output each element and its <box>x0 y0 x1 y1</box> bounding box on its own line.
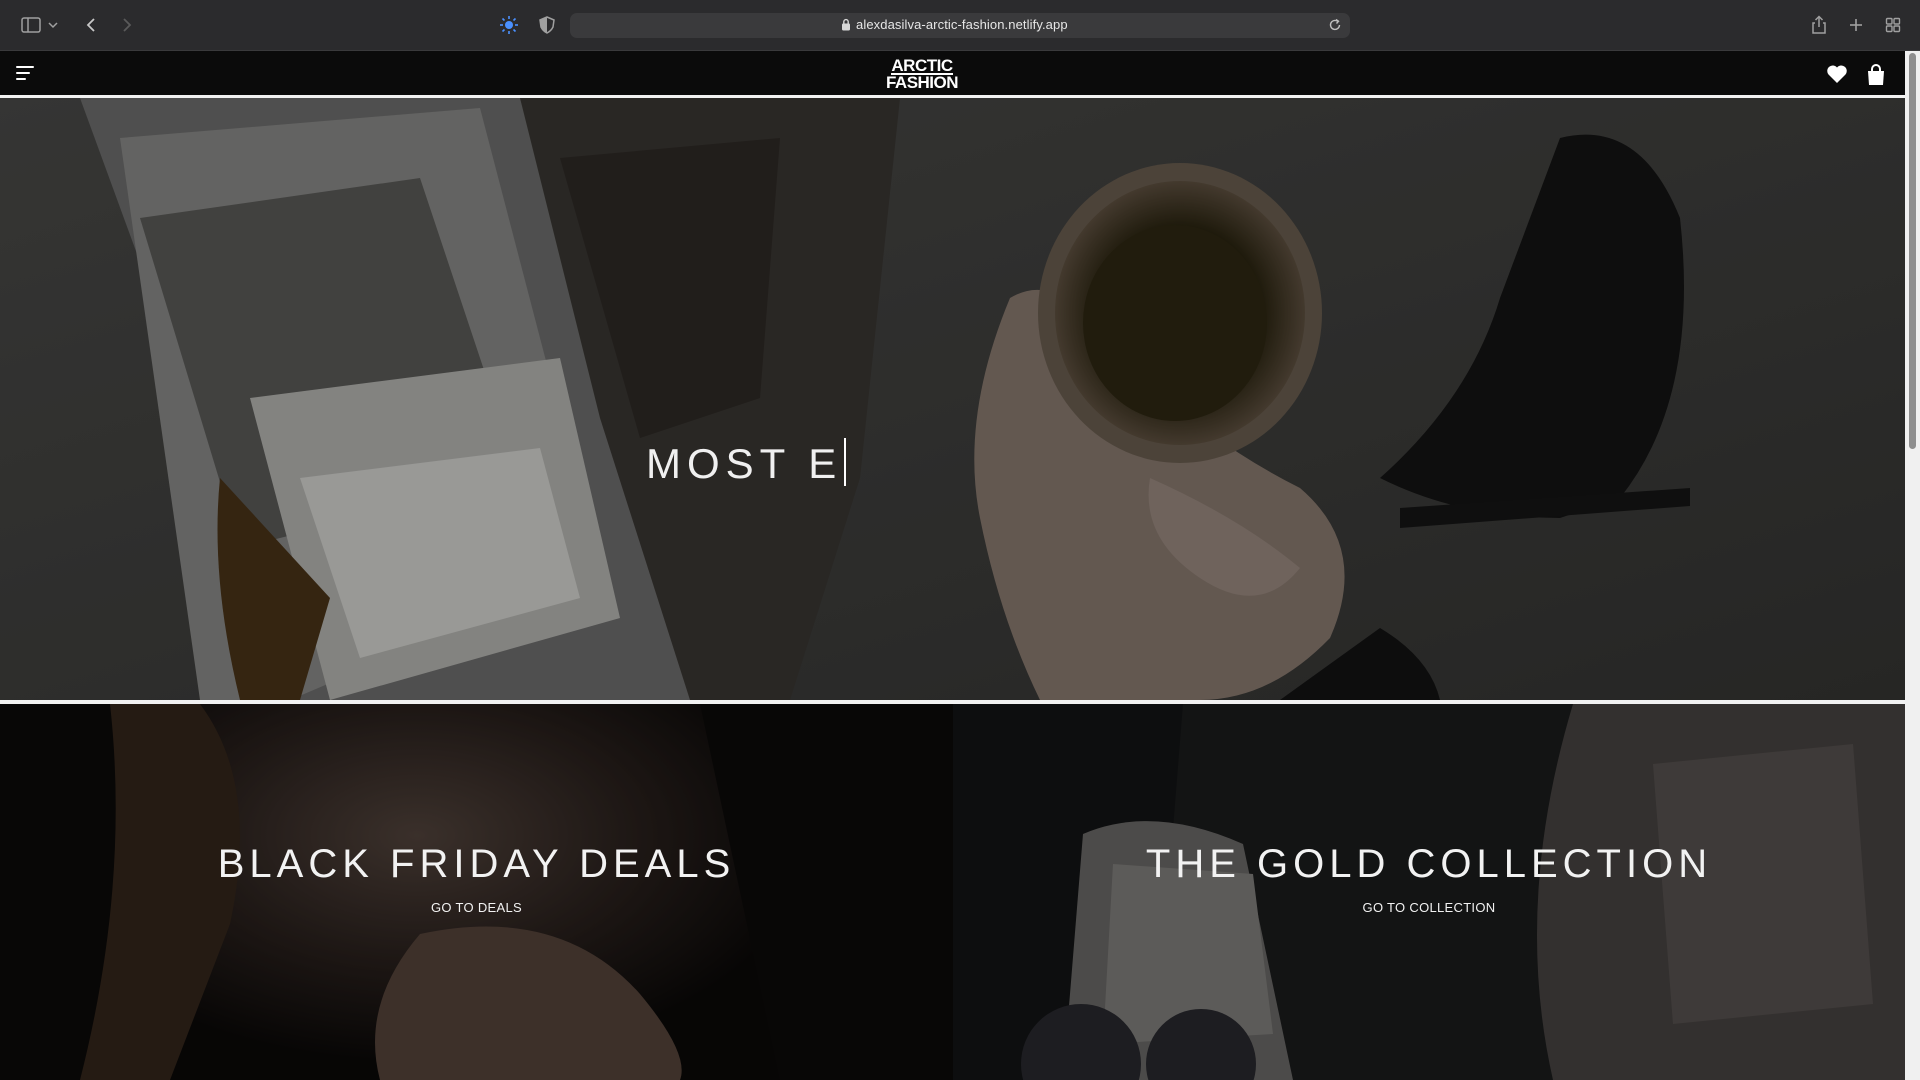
hero-image <box>0 98 1905 700</box>
share-icon[interactable] <box>1806 12 1832 38</box>
promo-title: THE GOLD COLLECTION <box>1145 842 1713 886</box>
new-tab-icon[interactable] <box>1843 12 1869 38</box>
menu-icon[interactable] <box>16 66 34 81</box>
scrollbar-track[interactable] <box>1905 51 1920 1080</box>
site-logo[interactable]: ARCTIC FASHION <box>879 57 965 92</box>
tab-overview-icon[interactable] <box>1880 12 1906 38</box>
logo-line-2: FASHION <box>885 73 959 92</box>
promo-black-friday-image <box>0 704 953 1080</box>
reload-icon[interactable] <box>1328 18 1342 32</box>
promo-gold-collection[interactable]: THE GOLD COLLECTION GO TO COLLECTION <box>953 704 1905 1080</box>
heart-icon[interactable] <box>1826 64 1848 86</box>
privacy-icon[interactable] <box>496 12 522 38</box>
forward-icon[interactable] <box>114 12 140 38</box>
hero-typed-heading: MOST E <box>646 438 847 488</box>
promo-black-friday[interactable]: BLACK FRIDAY DEALS GO TO DEALS <box>0 704 953 1080</box>
go-to-deals-link[interactable]: GO TO DEALS <box>0 900 953 915</box>
go-to-collection-link[interactable]: GO TO COLLECTION <box>953 900 1905 915</box>
address-bar[interactable]: alexdasilva-arctic-fashion.netlify.app <box>570 13 1350 38</box>
shopping-bag-icon[interactable] <box>1866 64 1888 86</box>
text-caret <box>844 438 847 486</box>
shield-icon[interactable] <box>534 12 560 38</box>
promo-gold-collection-image <box>953 704 1905 1080</box>
back-icon[interactable] <box>78 12 104 38</box>
browser-toolbar: alexdasilva-arctic-fashion.netlify.app <box>0 0 1920 51</box>
promo-title: BLACK FRIDAY DEALS <box>217 842 736 886</box>
sidebar-icon[interactable] <box>18 12 44 38</box>
scrollbar-thumb[interactable] <box>1909 53 1916 449</box>
hero-banner: MOST E <box>0 98 1905 700</box>
address-url[interactable]: alexdasilva-arctic-fashion.netlify.app <box>856 17 1068 32</box>
site-header: ARCTIC FASHION <box>0 51 1905 98</box>
chevron-down-icon[interactable] <box>46 12 60 38</box>
lock-icon <box>841 18 851 31</box>
hero-typed-text: MOST E <box>646 440 843 487</box>
